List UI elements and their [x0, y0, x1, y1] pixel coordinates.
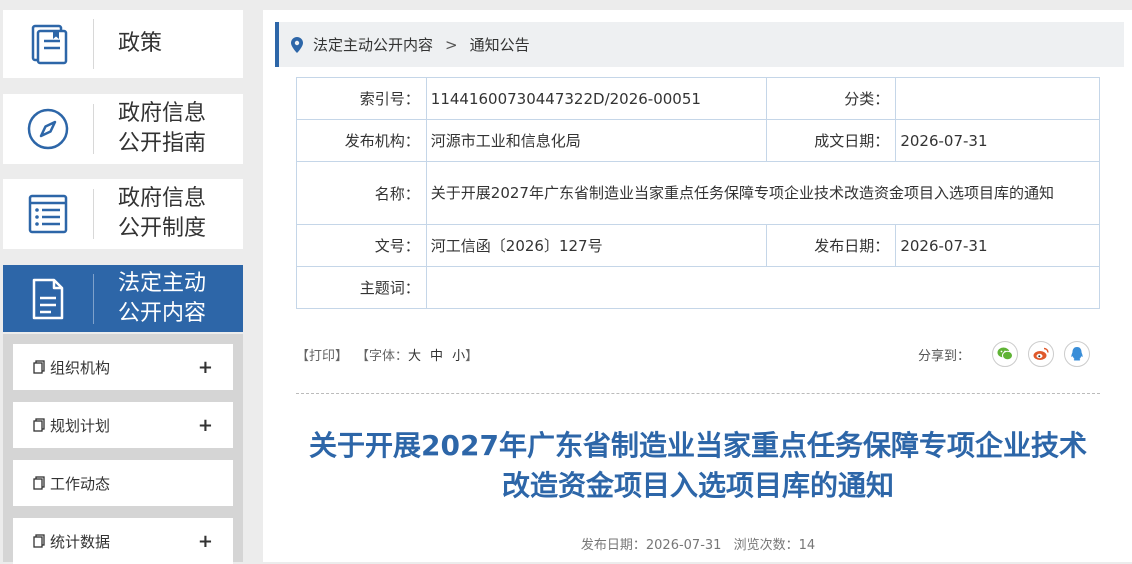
publisher-label: 发布机构：	[296, 119, 427, 162]
category-label: 分类：	[765, 77, 897, 120]
document-icon	[33, 476, 45, 490]
document-icon	[33, 534, 45, 548]
sub-item-statistics[interactable]: 统计数据 +	[13, 518, 233, 564]
article-toolbar: 【打印】 【字体： 大 中 小 】 分享到：	[296, 340, 1100, 368]
index-no-value: 11441600730447322D/2026-00051	[425, 77, 767, 120]
weibo-share-button[interactable]	[1028, 341, 1054, 367]
sub-item-organization[interactable]: 组织机构 +	[13, 344, 233, 390]
qq-share-button[interactable]	[1064, 341, 1090, 367]
compass-icon	[27, 108, 69, 150]
divider	[296, 393, 1100, 394]
written-date-label: 成文日期：	[765, 119, 897, 162]
sub-item-work-news[interactable]: 工作动态	[13, 460, 233, 506]
document-icon	[33, 418, 45, 432]
sub-item-label: 工作动态	[50, 474, 111, 493]
article-info: 发布日期：2026-07-31 浏览次数：14	[296, 534, 1100, 553]
keywords-value	[425, 266, 1101, 309]
publish-date-label: 发布日期：	[765, 224, 897, 267]
font-size-label: 【字体：	[356, 348, 409, 364]
nav-statutory-disclosure[interactable]: 法定主动 公开内容	[3, 265, 243, 332]
nav-disclosure-system-label: 政府信息 公开制度	[118, 186, 207, 241]
wechat-share-button[interactable]	[992, 341, 1018, 367]
sub-item-planning[interactable]: 规划计划 +	[13, 402, 233, 448]
article-title: 关于开展2027年广东省制造业当家重点任务保障专项企业技术改造资金项目入选项目库…	[309, 429, 1087, 502]
name-label: 名称：	[296, 161, 427, 225]
main-content: 法定主动公开内容 > 通知公告 索引号： 11441600730447322D/…	[263, 10, 1132, 562]
name-value: 关于开展2027年广东省制造业当家重点任务保障专项企业技术改造资金项目入选项目库…	[425, 161, 1101, 225]
font-large-button[interactable]: 大	[408, 345, 421, 364]
view-count-label: 浏览次数：	[733, 538, 799, 553]
expand-icon[interactable]: +	[198, 357, 213, 378]
publish-date-value: 2026-07-31	[895, 224, 1100, 267]
sidebar: 政策 政府信息 公开指南 政府信息 公开制度 法定主动 公开内容 组织机构 + …	[0, 0, 248, 564]
keywords-label: 主题词：	[296, 266, 427, 309]
nav-statutory-disclosure-label: 法定主动 公开内容	[118, 270, 207, 326]
nav-disclosure-guide[interactable]: 政府信息 公开指南	[3, 94, 243, 164]
book-icon	[31, 24, 68, 65]
publish-date-value: 2026-07-31	[645, 538, 722, 553]
breadcrumb-separator: >	[445, 35, 458, 54]
view-count-value: 14	[798, 538, 816, 553]
print-button[interactable]: 【打印】	[296, 345, 348, 364]
publisher-value: 河源市工业和信息化局	[425, 119, 767, 162]
expand-icon[interactable]: +	[198, 531, 213, 552]
breadcrumb-link-statutory[interactable]: 法定主动公开内容	[313, 34, 433, 55]
written-date-value: 2026-07-31	[895, 119, 1100, 162]
document-icon	[33, 360, 45, 374]
nav-policy[interactable]: 政策	[3, 10, 243, 78]
index-no-label: 索引号：	[296, 77, 427, 120]
font-medium-button[interactable]: 中	[430, 345, 443, 364]
category-value	[895, 77, 1100, 120]
breadcrumb: 法定主动公开内容 > 通知公告	[275, 22, 1124, 67]
sub-item-label: 组织机构	[50, 358, 111, 377]
doc-no-value: 河工信函〔2026〕127号	[425, 224, 767, 267]
doc-no-label: 文号：	[296, 224, 427, 267]
list-icon	[28, 194, 68, 234]
weibo-icon	[1033, 347, 1049, 360]
wechat-icon	[997, 347, 1013, 361]
publish-date-label: 发布日期：	[580, 538, 646, 553]
sub-item-label: 统计数据	[50, 532, 111, 551]
sub-menu: 组织机构 + 规划计划 + 工作动态 统计数据 +	[3, 334, 243, 564]
nav-disclosure-system[interactable]: 政府信息 公开制度	[3, 179, 243, 249]
font-small-button[interactable]: 小	[452, 345, 465, 364]
breadcrumb-link-notices[interactable]: 通知公告	[470, 34, 530, 55]
share-bar: 分享到：	[918, 340, 1090, 368]
qq-icon	[1071, 347, 1083, 361]
share-label: 分享到：	[917, 348, 970, 364]
document-meta-table: 索引号： 11441600730447322D/2026-00051 分类： 发…	[296, 77, 1101, 309]
sub-item-label: 规划计划	[50, 416, 111, 435]
location-pin-icon	[291, 36, 303, 53]
font-size-bracket: 】	[465, 348, 479, 364]
nav-policy-label: 政策	[118, 31, 163, 56]
nav-disclosure-guide-label: 政府信息 公开指南	[118, 101, 207, 156]
expand-icon[interactable]: +	[198, 415, 213, 436]
document-icon	[32, 278, 64, 319]
